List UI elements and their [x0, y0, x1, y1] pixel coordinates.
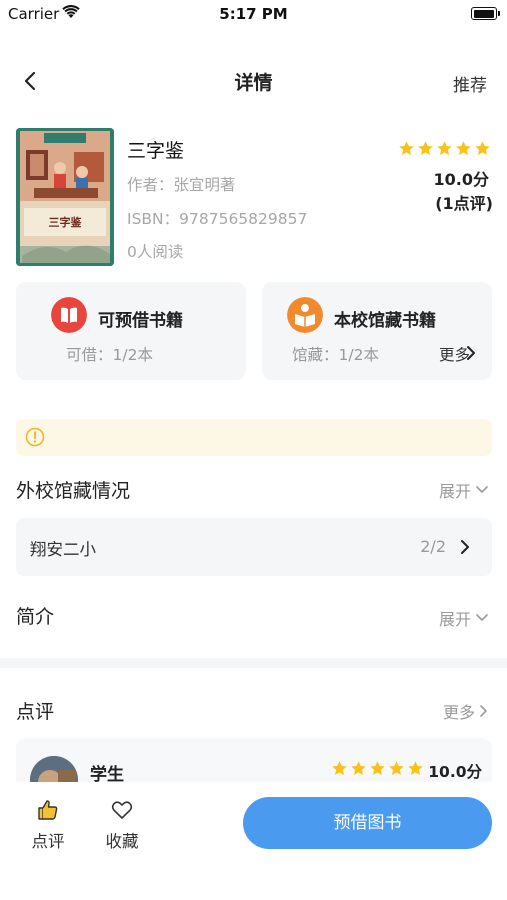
school-row[interactable]: 翔安二小 2/2	[16, 518, 492, 576]
star-icon	[408, 761, 423, 775]
more-label: 更多	[442, 703, 475, 722]
nav-bar: 详情 推荐	[0, 56, 507, 106]
expand-label: 展开	[438, 610, 471, 629]
reviews-more[interactable]: 更多	[443, 699, 489, 723]
review-tab-label: 点评	[31, 832, 65, 851]
favorite-tab-label: 收藏	[105, 832, 139, 851]
recommend-button[interactable]: 推荐	[453, 71, 487, 96]
cover-title-text: 三字鉴	[48, 216, 82, 229]
intro-expand[interactable]: 展开	[439, 606, 489, 630]
thumbs-up-icon	[38, 800, 58, 820]
star-icon	[437, 141, 452, 155]
chevron-right-icon	[467, 346, 475, 360]
reviews-title: 点评	[16, 701, 55, 723]
star-icon	[332, 761, 347, 775]
star-icon	[418, 141, 433, 155]
borrowable-count: 可借：1/2本	[66, 346, 153, 364]
chevron-down-icon	[476, 486, 488, 493]
favorite-tab-button[interactable]: 收藏	[92, 798, 152, 852]
borrowable-books-card[interactable]: 可预借书籍 可借：1/2本	[16, 282, 246, 380]
bottom-action-bar: 点评 收藏 预借图书	[0, 782, 507, 900]
rating-stars	[398, 140, 491, 157]
book-cover-image: 三字鉴	[16, 128, 114, 266]
school-count: 2/2	[420, 537, 446, 556]
star-icon	[456, 141, 471, 155]
page-title: 详情	[234, 72, 273, 94]
star-icon	[399, 141, 414, 155]
heart-icon	[111, 801, 133, 819]
status-time: 5:17 PM	[219, 5, 288, 23]
rating-count: (1点评)	[435, 194, 493, 213]
school-collection-title: 本校馆藏书籍	[334, 311, 436, 331]
reading-icon	[287, 297, 323, 333]
star-icon	[389, 761, 404, 775]
book-readers: 0人阅读	[127, 243, 184, 261]
star-icon	[370, 761, 385, 775]
intro-title: 简介	[16, 606, 55, 628]
review-tab-button[interactable]: 点评	[18, 798, 78, 852]
other-schools-title: 外校馆藏情况	[16, 480, 131, 502]
expand-label: 展开	[438, 482, 471, 501]
star-icon	[475, 141, 490, 155]
chevron-down-icon	[476, 614, 488, 621]
section-divider	[0, 658, 507, 668]
book-title: 三字鉴	[127, 140, 185, 162]
star-icon	[351, 761, 366, 775]
battery-icon	[471, 7, 500, 20]
chevron-right-icon	[461, 540, 469, 554]
review-rating-stars	[331, 760, 424, 777]
book-isbn: ISBN：9787565829857	[127, 210, 308, 228]
school-name: 翔安二小	[30, 540, 96, 559]
notice-banner	[16, 419, 492, 456]
rating-score: 10.0分	[433, 170, 489, 189]
borrowable-title: 可预借书籍	[98, 311, 183, 331]
info-icon	[25, 427, 45, 447]
book-author: 作者：张宜明著	[127, 176, 236, 194]
reserve-book-button[interactable]: 预借图书	[243, 797, 492, 849]
book-icon	[51, 297, 87, 333]
school-collection-card[interactable]: 本校馆藏书籍 馆藏：1/2本 更多	[262, 282, 492, 380]
school-collection-count: 馆藏：1/2本	[292, 346, 379, 364]
status-bar: Carrier 5:17 PM	[0, 0, 507, 30]
chevron-right-icon	[480, 705, 487, 717]
review-score: 10.0分	[428, 763, 482, 781]
other-schools-expand[interactable]: 展开	[439, 478, 489, 502]
